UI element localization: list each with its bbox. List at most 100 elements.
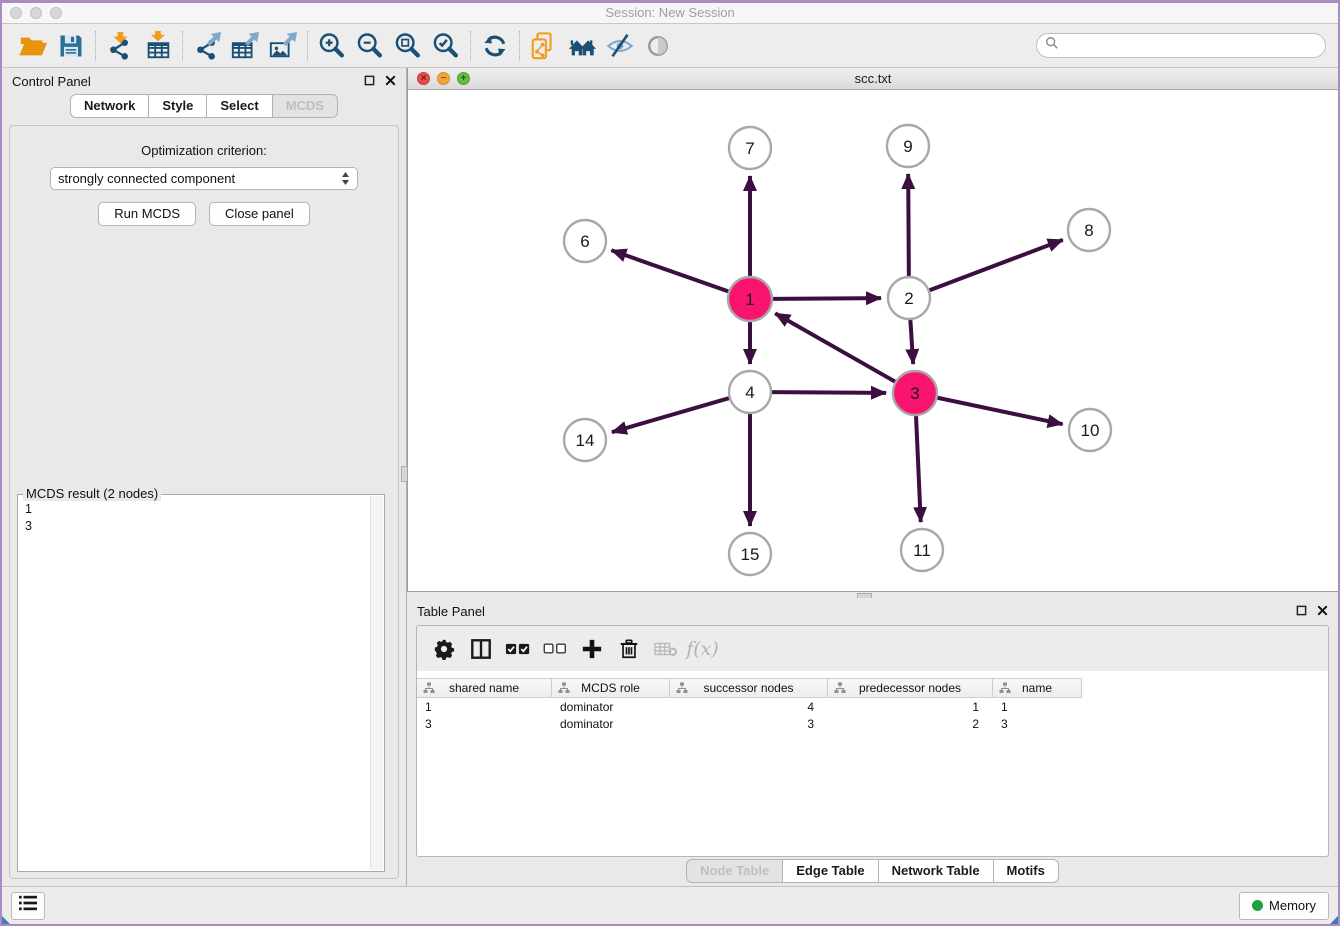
graph-node-15[interactable]: 15: [729, 533, 771, 575]
graph-edge-1-6[interactable]: [611, 250, 728, 291]
graph-edge-3-1[interactable]: [775, 313, 895, 381]
graph-edge-3-11[interactable]: [916, 416, 921, 522]
graph-edge-3-10[interactable]: [938, 398, 1063, 424]
export-image-icon[interactable]: [264, 28, 302, 64]
zoom-selected-icon[interactable]: [427, 28, 465, 64]
zoom-window-button[interactable]: [50, 7, 62, 19]
column-header-MCDS-role[interactable]: MCDS role: [552, 679, 670, 697]
zoom-fit-icon[interactable]: [389, 28, 427, 64]
table-panel: Table Panel f(x) shared nameMCDS rolesuc…: [407, 598, 1338, 886]
zoom-in-icon[interactable]: [313, 28, 351, 64]
graph-edge-1-2[interactable]: [773, 298, 881, 299]
float-table-panel-icon[interactable]: [1296, 604, 1307, 619]
save-icon[interactable]: [52, 28, 90, 64]
hide-panels-icon[interactable]: [601, 28, 639, 64]
export-table-icon[interactable]: [226, 28, 264, 64]
graph-node-8[interactable]: 8: [1068, 209, 1110, 251]
import-table-icon[interactable]: [139, 28, 177, 64]
resize-grip-left[interactable]: [2, 916, 10, 924]
graph-edge-2-3[interactable]: [910, 320, 913, 364]
show-panels-icon[interactable]: [639, 28, 677, 64]
graph-node-14[interactable]: 14: [564, 419, 606, 461]
minimize-window-button[interactable]: [30, 7, 42, 19]
column-header-name[interactable]: name: [993, 679, 1082, 697]
clone-network-icon[interactable]: [525, 28, 563, 64]
settings-icon[interactable]: [425, 630, 462, 667]
result-scrollbar[interactable]: [370, 496, 383, 870]
svg-text:14: 14: [576, 431, 595, 450]
criterion-dropdown[interactable]: strongly connected component: [50, 167, 358, 190]
table-row[interactable]: 1dominator411: [417, 699, 1328, 715]
resize-grip-right[interactable]: [1330, 916, 1338, 924]
table-cell: 4: [670, 700, 828, 714]
graph-node-10[interactable]: 10: [1069, 409, 1111, 451]
open-file-icon[interactable]: [14, 28, 52, 64]
graph-node-6[interactable]: 6: [564, 220, 606, 262]
mcds-panel: Optimization criterion: strongly connect…: [9, 125, 399, 879]
workspace: Control Panel NetworkStyleSelectMCDS Opt…: [2, 68, 1338, 886]
graph-edge-4-3[interactable]: [772, 392, 886, 393]
function-builder-icon: f(x): [684, 630, 721, 667]
float-panel-icon[interactable]: [364, 74, 375, 89]
graph-edge-2-9[interactable]: [908, 174, 909, 276]
svg-text:15: 15: [741, 545, 760, 564]
task-history-button[interactable]: [11, 892, 45, 920]
tab-network[interactable]: Network: [70, 94, 149, 118]
network-window-title: scc.txt: [408, 68, 1338, 89]
tab-style[interactable]: Style: [149, 94, 207, 118]
tab-edge-table[interactable]: Edge Table: [783, 859, 878, 883]
search-field[interactable]: [1036, 33, 1326, 58]
delete-row-icon[interactable]: [610, 630, 647, 667]
table-panel-tabs: Node TableEdge TableNetwork TableMotifs: [686, 859, 1059, 883]
search-icon: [1045, 36, 1059, 55]
select-all-icon[interactable]: [499, 630, 536, 667]
run-mcds-button[interactable]: Run MCDS: [98, 202, 196, 226]
minimize-network-button[interactable]: −: [437, 72, 450, 85]
tab-motifs[interactable]: Motifs: [994, 859, 1059, 883]
tab-mcds[interactable]: MCDS: [273, 94, 338, 118]
zoom-out-icon[interactable]: [351, 28, 389, 64]
graph-node-3[interactable]: 3: [893, 371, 937, 415]
home-icon[interactable]: [563, 28, 601, 64]
import-network-icon[interactable]: [101, 28, 139, 64]
close-network-button[interactable]: ×: [417, 72, 430, 85]
table-cell: 3: [417, 717, 552, 731]
add-row-icon[interactable]: [573, 630, 610, 667]
maximize-network-button[interactable]: +: [457, 72, 470, 85]
graph-edge-4-14[interactable]: [612, 398, 729, 432]
tab-node-table[interactable]: Node Table: [686, 859, 783, 883]
deselect-all-icon[interactable]: [536, 630, 573, 667]
column-header-label: MCDS role: [581, 681, 640, 695]
column-header-label: shared name: [449, 681, 519, 695]
graph-node-7[interactable]: 7: [729, 127, 771, 169]
memory-button[interactable]: Memory: [1239, 892, 1329, 920]
table-cell: 2: [828, 717, 993, 731]
graph-node-9[interactable]: 9: [887, 125, 929, 167]
table-row[interactable]: 3dominator323: [417, 716, 1328, 732]
columns-icon[interactable]: [462, 630, 499, 667]
graph-node-1[interactable]: 1: [728, 277, 772, 321]
network-canvas[interactable]: 7 9 6 8 1 2 4 3 14 10 15 11: [408, 90, 1338, 591]
close-panel-button[interactable]: Close panel: [209, 202, 310, 226]
tab-network-table[interactable]: Network Table: [879, 859, 994, 883]
mcds-result-box: MCDS result (2 nodes) 1 3: [17, 494, 385, 872]
graph-node-11[interactable]: 11: [901, 529, 943, 571]
export-network-icon[interactable]: [188, 28, 226, 64]
table-cell: 3: [670, 717, 828, 731]
close-panel-icon[interactable]: [385, 74, 396, 89]
refresh-icon[interactable]: [476, 28, 514, 64]
column-header-shared-name[interactable]: shared name: [417, 679, 552, 697]
tab-select[interactable]: Select: [207, 94, 272, 118]
close-window-button[interactable]: [10, 7, 22, 19]
column-header-successor-nodes[interactable]: successor nodes: [670, 679, 828, 697]
graph-node-4[interactable]: 4: [729, 371, 771, 413]
tree-icon: [676, 682, 688, 697]
search-input[interactable]: [1064, 39, 1319, 53]
mcds-result-text[interactable]: 1 3: [18, 497, 370, 871]
close-table-panel-icon[interactable]: [1317, 604, 1328, 619]
graph-edge-2-8[interactable]: [930, 240, 1063, 290]
column-header-predecessor-nodes[interactable]: predecessor nodes: [828, 679, 993, 697]
svg-text:1: 1: [745, 290, 754, 309]
tree-icon: [558, 682, 570, 697]
graph-node-2[interactable]: 2: [888, 277, 930, 319]
